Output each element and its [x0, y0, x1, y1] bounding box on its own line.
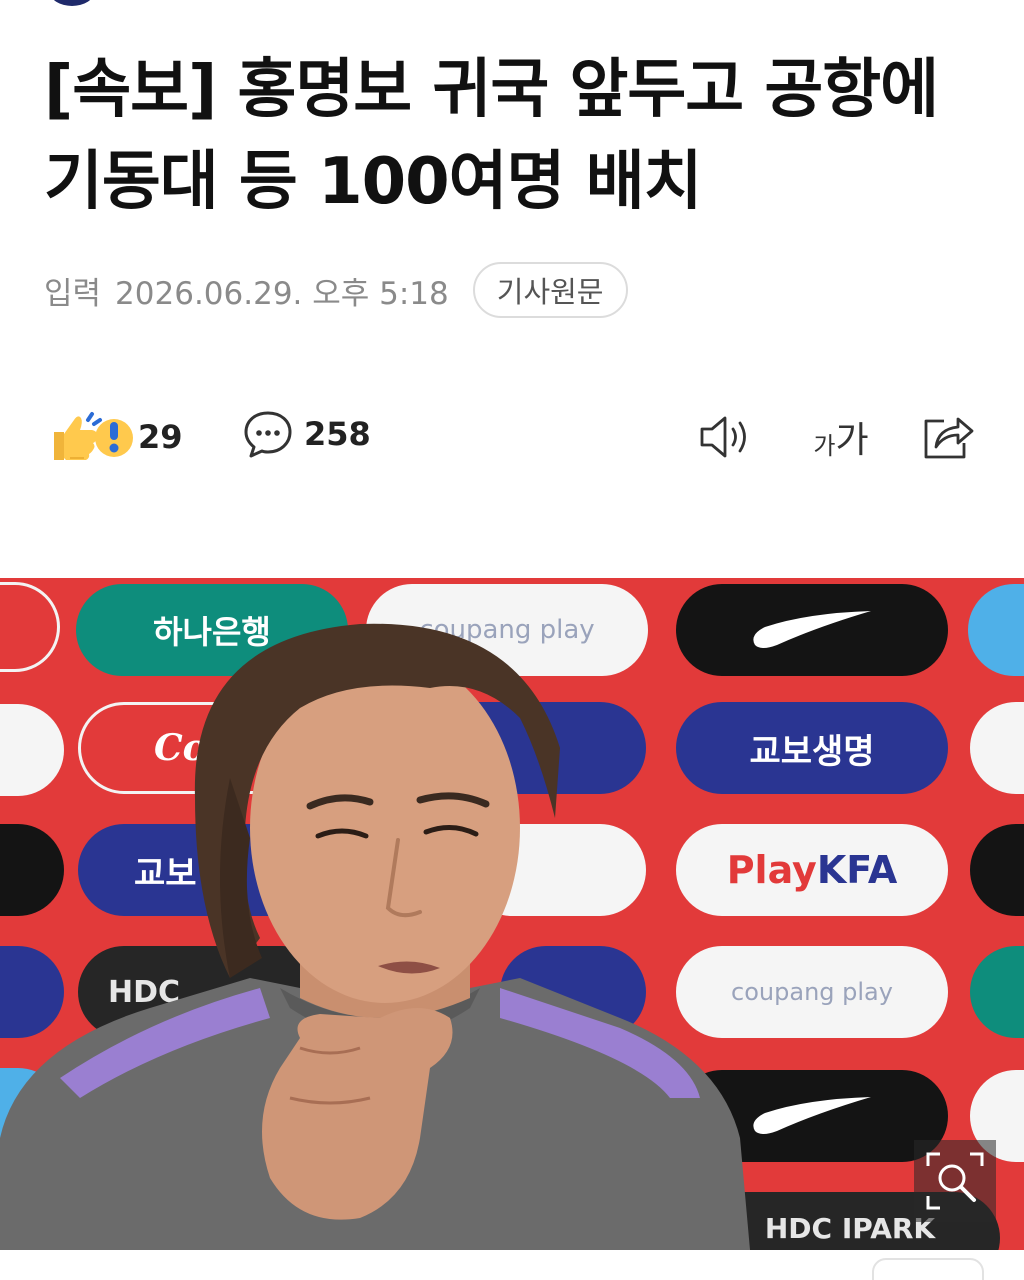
article-meta: 입력 2026.06.29. 오후 5:18 기사원문 — [44, 262, 628, 318]
article-headline: [속보] 홍명보 귀국 앞두고 공항에 기동대 등 100여명 배치 — [44, 53, 939, 219]
audio-icon — [700, 416, 746, 458]
coach-figure — [0, 623, 750, 1250]
bottom-tab[interactable] — [872, 1258, 984, 1280]
article-photo[interactable]: 하나은행 coupang play Coca 교보생명 교보 PlayKFA H… — [0, 578, 1024, 1250]
share-icon — [924, 417, 974, 459]
published-datetime: 2026.06.29. 오후 5:18 — [115, 275, 449, 312]
audio-button[interactable] — [698, 410, 754, 464]
comment-count: 258 — [304, 415, 371, 453]
zoom-icon — [926, 1152, 984, 1210]
thumbs-up-surprise-icon — [48, 408, 138, 466]
comment-icon — [244, 411, 292, 458]
zoom-button[interactable] — [914, 1140, 996, 1222]
share-button[interactable] — [920, 410, 976, 464]
reaction-button[interactable]: 29 — [48, 408, 183, 466]
article-action-bar: 29 258 가 가 — [44, 404, 984, 470]
font-size-button[interactable]: 가 가 — [806, 410, 876, 464]
press-logo[interactable] — [50, 0, 94, 6]
font-size-large-label: 가 — [835, 420, 869, 461]
original-article-button[interactable]: 기사원문 — [472, 262, 628, 318]
bottom-area — [0, 1250, 1024, 1280]
font-size-small-label: 가 — [813, 431, 836, 460]
input-label: 입력 — [44, 275, 102, 312]
reaction-count: 29 — [138, 418, 183, 456]
comment-button[interactable]: 258 — [242, 408, 371, 460]
